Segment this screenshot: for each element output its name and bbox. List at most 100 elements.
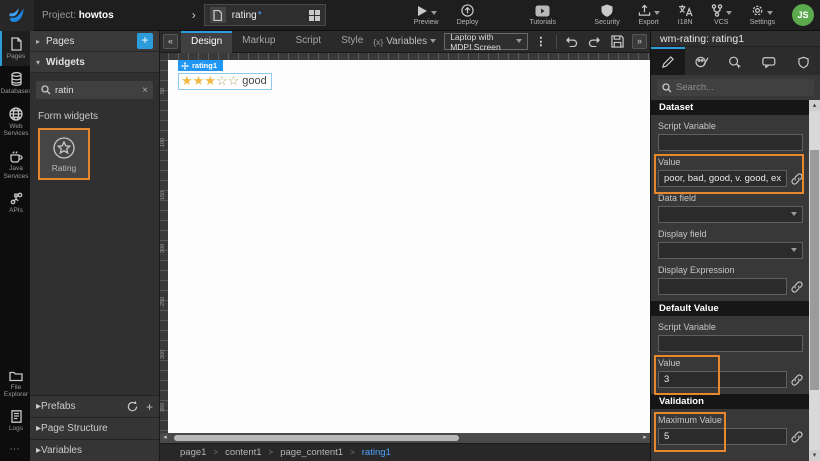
field-label: Value (658, 358, 803, 368)
wavemaker-logo-icon[interactable] (0, 0, 34, 31)
prefabs-section-header[interactable]: ▸ Prefabs + (30, 395, 159, 417)
settings-button[interactable]: Settings (750, 4, 775, 26)
refresh-prefabs-icon[interactable] (127, 401, 138, 412)
bind-property-icon[interactable] (791, 374, 803, 386)
sidebar-item-apis[interactable]: APIs (0, 186, 30, 220)
tab-properties[interactable] (651, 47, 685, 75)
tab-styles[interactable] (685, 47, 719, 75)
tab-style[interactable]: Style (331, 31, 373, 53)
move-icon (181, 62, 189, 70)
variables-section-header[interactable]: ▸ Variables (30, 439, 159, 461)
properties-search[interactable] (651, 75, 820, 100)
collapse-left-panel-button[interactable]: « (163, 34, 178, 49)
properties-search-input[interactable] (676, 82, 809, 93)
sidebar-item-file-explorer[interactable]: File Explorer (0, 364, 30, 405)
tab-messages[interactable] (752, 47, 786, 75)
search-icon (662, 83, 672, 93)
page-structure-section-header[interactable]: ▸ Page Structure (30, 417, 159, 439)
canvas-horizontal-scrollbar[interactable]: ◂ ▸ (160, 433, 650, 443)
bind-property-icon[interactable] (791, 173, 803, 185)
widget-search-input[interactable] (55, 85, 142, 96)
data-field-select[interactable] (658, 206, 803, 223)
pages-section-header[interactable]: ▸ Pages + (30, 31, 159, 52)
device-select[interactable]: Laptop with MDPI Screen (444, 33, 528, 50)
widget-search-box[interactable]: × (36, 81, 153, 99)
rating-widget-body[interactable]: ★★★☆☆ good (178, 73, 272, 90)
preview-button[interactable]: Preview (414, 5, 439, 26)
default-value-input[interactable] (658, 371, 787, 388)
scroll-up-icon[interactable]: ▴ (809, 100, 820, 111)
grid-view-icon[interactable] (309, 10, 320, 21)
i18n-button[interactable]: I18N (678, 4, 693, 26)
topbar-right-actions: Security Export I18N VCS (585, 4, 820, 26)
chevron-down-icon[interactable] (654, 11, 660, 15)
widgets-section-header[interactable]: ▾ Widgets (30, 52, 159, 73)
redo-button[interactable] (588, 36, 601, 47)
properties-panel: wm-rating: rating1 Dataset Script Variab… (650, 31, 820, 461)
widget-selection-label[interactable]: rating1 (178, 60, 223, 71)
bind-property-icon[interactable] (791, 281, 803, 293)
dataset-script-variable-input[interactable] (658, 134, 803, 151)
display-field-select[interactable] (658, 242, 803, 259)
dataset-value-input[interactable] (658, 170, 787, 187)
security-button[interactable]: Security (594, 4, 619, 26)
scroll-right-icon[interactable]: ▸ (640, 433, 650, 443)
export-button[interactable]: Export (638, 4, 660, 26)
save-button[interactable] (611, 35, 624, 48)
form-widgets-label: Form widgets (38, 111, 151, 122)
scrollbar-thumb[interactable] (174, 435, 459, 441)
field-label: Value (658, 157, 803, 167)
sidebar-item-web-services[interactable]: Web Services (0, 101, 30, 144)
scrollbar-thumb[interactable] (810, 150, 819, 390)
log-file-icon (11, 410, 22, 423)
sidebar-item-pages[interactable]: Pages (0, 31, 30, 66)
tab-inspect[interactable] (719, 47, 753, 75)
breadcrumb-rating1[interactable]: rating1 (362, 447, 391, 458)
canvas-ruler-horizontal (168, 53, 650, 60)
caret-down-icon (516, 39, 522, 43)
add-page-button[interactable]: + (137, 33, 153, 49)
sidebar-item-databases[interactable]: Databases (0, 66, 30, 101)
canvas-ruler-vertical: 50100150200250300350 (160, 60, 168, 433)
clear-search-icon[interactable]: × (142, 85, 148, 96)
design-canvas[interactable]: rating1 ★★★☆☆ good (168, 60, 650, 433)
chevron-down-icon[interactable] (431, 11, 437, 15)
tab-script[interactable]: Script (286, 31, 332, 53)
tutorials-button[interactable]: Tutorials (529, 5, 556, 26)
tab-markup[interactable]: Markup (232, 31, 285, 53)
breadcrumb-content1[interactable]: content1 (225, 447, 261, 458)
scroll-left-icon[interactable]: ◂ (160, 433, 170, 443)
canvas-more-options-icon[interactable]: ⋮ (535, 35, 546, 48)
rating1-widget[interactable]: rating1 ★★★☆☆ good (178, 60, 272, 90)
left-panel-spacer (30, 180, 159, 395)
breadcrumb-page-content1[interactable]: page_content1 (280, 447, 343, 458)
ruler-label: 150 (160, 191, 166, 200)
chevron-down-icon[interactable] (726, 11, 732, 15)
rating-widget-tile[interactable]: Rating (38, 128, 90, 180)
breadcrumb-page1[interactable]: page1 (180, 447, 206, 458)
page-tab-rating[interactable]: rating * (204, 4, 326, 26)
display-expression-input[interactable] (658, 278, 787, 295)
default-script-variable-input[interactable] (658, 335, 803, 352)
scroll-down-icon[interactable]: ▾ (809, 450, 820, 461)
undo-button[interactable] (565, 36, 578, 47)
bind-property-icon[interactable] (791, 431, 803, 443)
add-prefab-icon[interactable]: + (146, 400, 153, 414)
breadcrumb-separator-icon: > (213, 448, 218, 457)
more-options-icon[interactable]: ⋯ (0, 438, 30, 461)
sidebar-item-logs[interactable]: Logs (0, 404, 30, 438)
tab-design[interactable]: Design (181, 31, 232, 53)
maximum-value-input[interactable] (658, 428, 787, 445)
field-label: Script Variable (658, 322, 803, 332)
tab-security[interactable] (786, 47, 820, 75)
sidebar-item-java-services[interactable]: Java Services (0, 143, 30, 186)
expand-right-panel-button[interactable]: » (632, 34, 647, 49)
vcs-button[interactable]: VCS (711, 4, 732, 26)
variables-dropdown-button[interactable]: {x} Variables (373, 36, 436, 47)
breadcrumb-separator-icon: > (350, 448, 355, 457)
caret-down-icon (791, 212, 797, 216)
user-avatar[interactable]: JS (792, 4, 814, 26)
deploy-button[interactable]: Deploy (457, 4, 479, 26)
chevron-down-icon[interactable] (767, 11, 773, 15)
properties-scrollbar[interactable]: ▴ ▾ (809, 100, 820, 461)
